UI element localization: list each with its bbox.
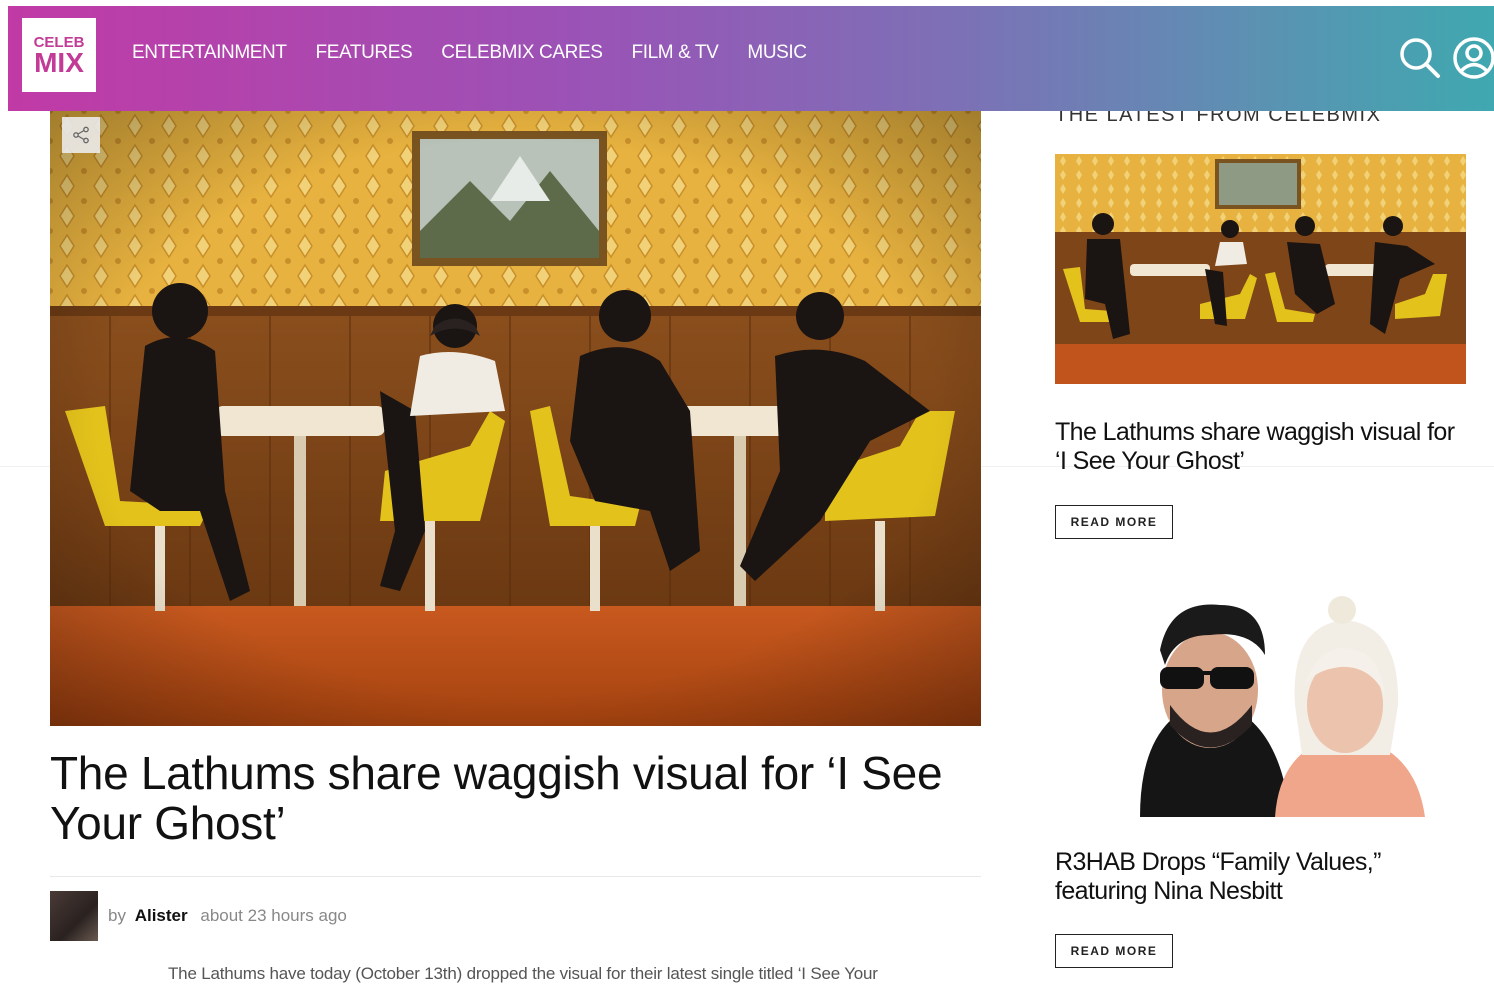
latest-item-2-title[interactable]: R3HAB Drops “Family Values,” featuring N…	[1055, 848, 1455, 906]
search-icon[interactable]	[1398, 36, 1442, 80]
article-title: The Lathums share waggish visual for ‘I …	[50, 747, 943, 849]
author-avatar[interactable]	[50, 891, 98, 941]
share-icon	[73, 126, 89, 144]
nav-entertainment[interactable]: ENTERTAINMENT	[132, 42, 287, 64]
nav-celebmix-cares[interactable]: CELEBMIX CARES	[441, 42, 603, 64]
share-button[interactable]	[62, 117, 100, 153]
nav-film-tv[interactable]: FILM & TV	[632, 42, 719, 64]
user-account-icon[interactable]	[1452, 36, 1494, 80]
article-byline: by Alister about 23 hours ago	[108, 906, 347, 926]
latest-item-2-image[interactable]	[1080, 595, 1460, 817]
logo-text-bottom: MIX	[34, 46, 84, 78]
post-time: about 23 hours ago	[200, 906, 347, 925]
latest-item-1-image[interactable]	[1055, 154, 1466, 384]
nav-features[interactable]: FEATURES	[316, 42, 413, 64]
read-more-button-2[interactable]: READ MORE	[1055, 934, 1173, 968]
nav-music[interactable]: MUSIC	[747, 42, 807, 64]
read-more-button-1[interactable]: READ MORE	[1055, 505, 1173, 539]
latest-item-1-title[interactable]: The Lathums share waggish visual for ‘I …	[1055, 418, 1455, 476]
byline-prefix: by	[108, 906, 126, 925]
article-hero-image	[50, 111, 981, 726]
main-nav: ENTERTAINMENT FEATURES CELEBMIX CARES FI…	[132, 42, 836, 64]
article-excerpt: The Lathums have today (October 13th) dr…	[168, 964, 878, 983]
author-link[interactable]: Alister	[135, 906, 188, 925]
celebmix-logo[interactable]: CELEB MIX	[22, 18, 96, 92]
site-header: CELEB MIX ENTERTAINMENT FEATURES CELEBMI…	[8, 6, 1494, 111]
title-divider	[50, 876, 981, 877]
